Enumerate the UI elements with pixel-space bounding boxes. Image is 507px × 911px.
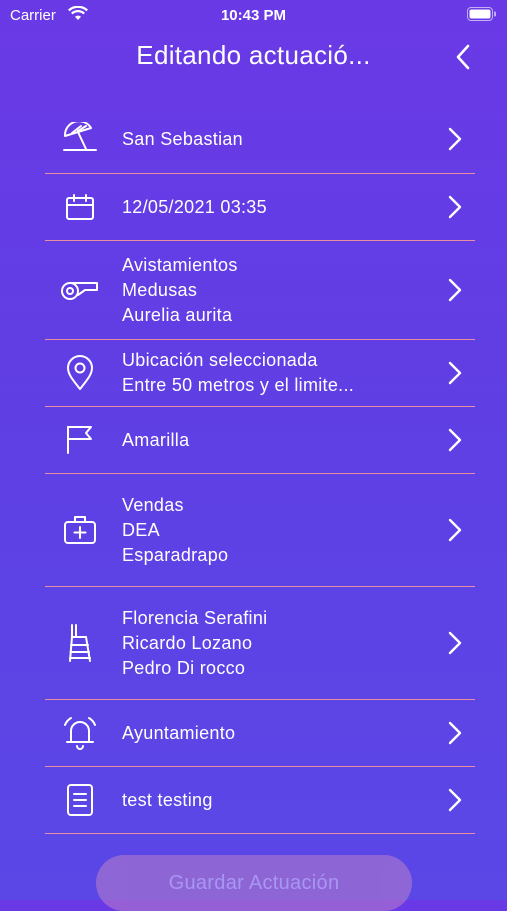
row-date-text: 12/05/2021 03:35 <box>115 195 435 220</box>
first-aid-kit-icon <box>45 515 115 545</box>
chevron-right-icon <box>435 278 475 302</box>
status-bar: Carrier 10:43 PM <box>0 0 507 30</box>
row-line: 12/05/2021 03:35 <box>122 196 267 217</box>
row-line: Amarilla <box>122 429 190 450</box>
row-lifeguards[interactable]: Florencia Serafini Ricardo Lozano Pedro … <box>45 587 475 700</box>
row-alerted-text: Ayuntamiento <box>115 721 435 746</box>
chevron-right-icon <box>435 721 475 745</box>
row-lifeguards-text: Florencia Serafini Ricardo Lozano Pedro … <box>115 606 435 681</box>
back-button[interactable] <box>449 42 477 72</box>
row-location-text: Ubicación seleccionada Entre 50 metros y… <box>115 348 435 398</box>
row-beach[interactable]: San Sebastian <box>45 105 475 174</box>
flag-icon <box>45 425 115 455</box>
whistle-icon <box>45 277 115 303</box>
alarm-bell-icon <box>45 715 115 751</box>
row-beach-text: San Sebastian <box>115 127 435 152</box>
chevron-right-icon <box>435 195 475 219</box>
row-incident-text: Avistamientos Medusas Aurelia aurita <box>115 253 435 328</box>
row-location[interactable]: Ubicación seleccionada Entre 50 metros y… <box>45 340 475 407</box>
row-notes-text: test testing <box>115 788 435 813</box>
action-form-list: San Sebastian 12/05/2021 03:35 Avistamie… <box>45 105 475 834</box>
row-line: Esparadrapo <box>122 544 229 565</box>
row-line: Ricardo Lozano <box>122 632 253 653</box>
page-title: Editando actuació... <box>136 40 371 70</box>
chevron-right-icon <box>435 631 475 655</box>
chevron-right-icon <box>435 518 475 542</box>
row-line: Florencia Serafini <box>122 607 268 628</box>
row-line: DEA <box>122 519 160 540</box>
chevron-left-icon <box>456 44 470 70</box>
row-line: Ayuntamiento <box>122 722 236 743</box>
calendar-icon <box>45 193 115 221</box>
row-alerted[interactable]: Ayuntamiento <box>45 700 475 767</box>
location-pin-icon <box>45 355 115 391</box>
row-line: test testing <box>122 789 213 810</box>
row-line: Avistamientos <box>122 254 238 275</box>
row-line: San Sebastian <box>122 128 243 149</box>
row-date[interactable]: 12/05/2021 03:35 <box>45 174 475 241</box>
chevron-right-icon <box>435 127 475 151</box>
notes-icon <box>45 783 115 817</box>
chevron-right-icon <box>435 428 475 452</box>
row-line: Pedro Di rocco <box>122 657 246 678</box>
row-flag-text: Amarilla <box>115 428 435 453</box>
row-line: Vendas <box>122 494 184 515</box>
row-materials[interactable]: Vendas DEA Esparadrapo <box>45 474 475 587</box>
row-line: Aurelia aurita <box>122 304 233 325</box>
status-time: 10:43 PM <box>220 7 287 24</box>
beach-umbrella-icon <box>45 122 115 156</box>
lifeguard-chair-icon <box>45 623 115 663</box>
row-notes[interactable]: test testing <box>45 767 475 834</box>
battery-icon <box>467 7 497 25</box>
chevron-right-icon <box>435 361 475 385</box>
row-incident-type[interactable]: Avistamientos Medusas Aurelia aurita <box>45 241 475 340</box>
row-line: Entre 50 metros y el limite... <box>122 375 355 395</box>
row-line: Ubicación seleccionada <box>122 350 318 370</box>
row-flag[interactable]: Amarilla <box>45 407 475 474</box>
chevron-right-icon <box>435 788 475 812</box>
save-action-button[interactable]: Guardar Actuación <box>96 855 412 911</box>
row-materials-text: Vendas DEA Esparadrapo <box>115 493 435 568</box>
navigation-bar: Editando actuació... <box>0 30 507 80</box>
row-line: Medusas <box>122 279 198 300</box>
